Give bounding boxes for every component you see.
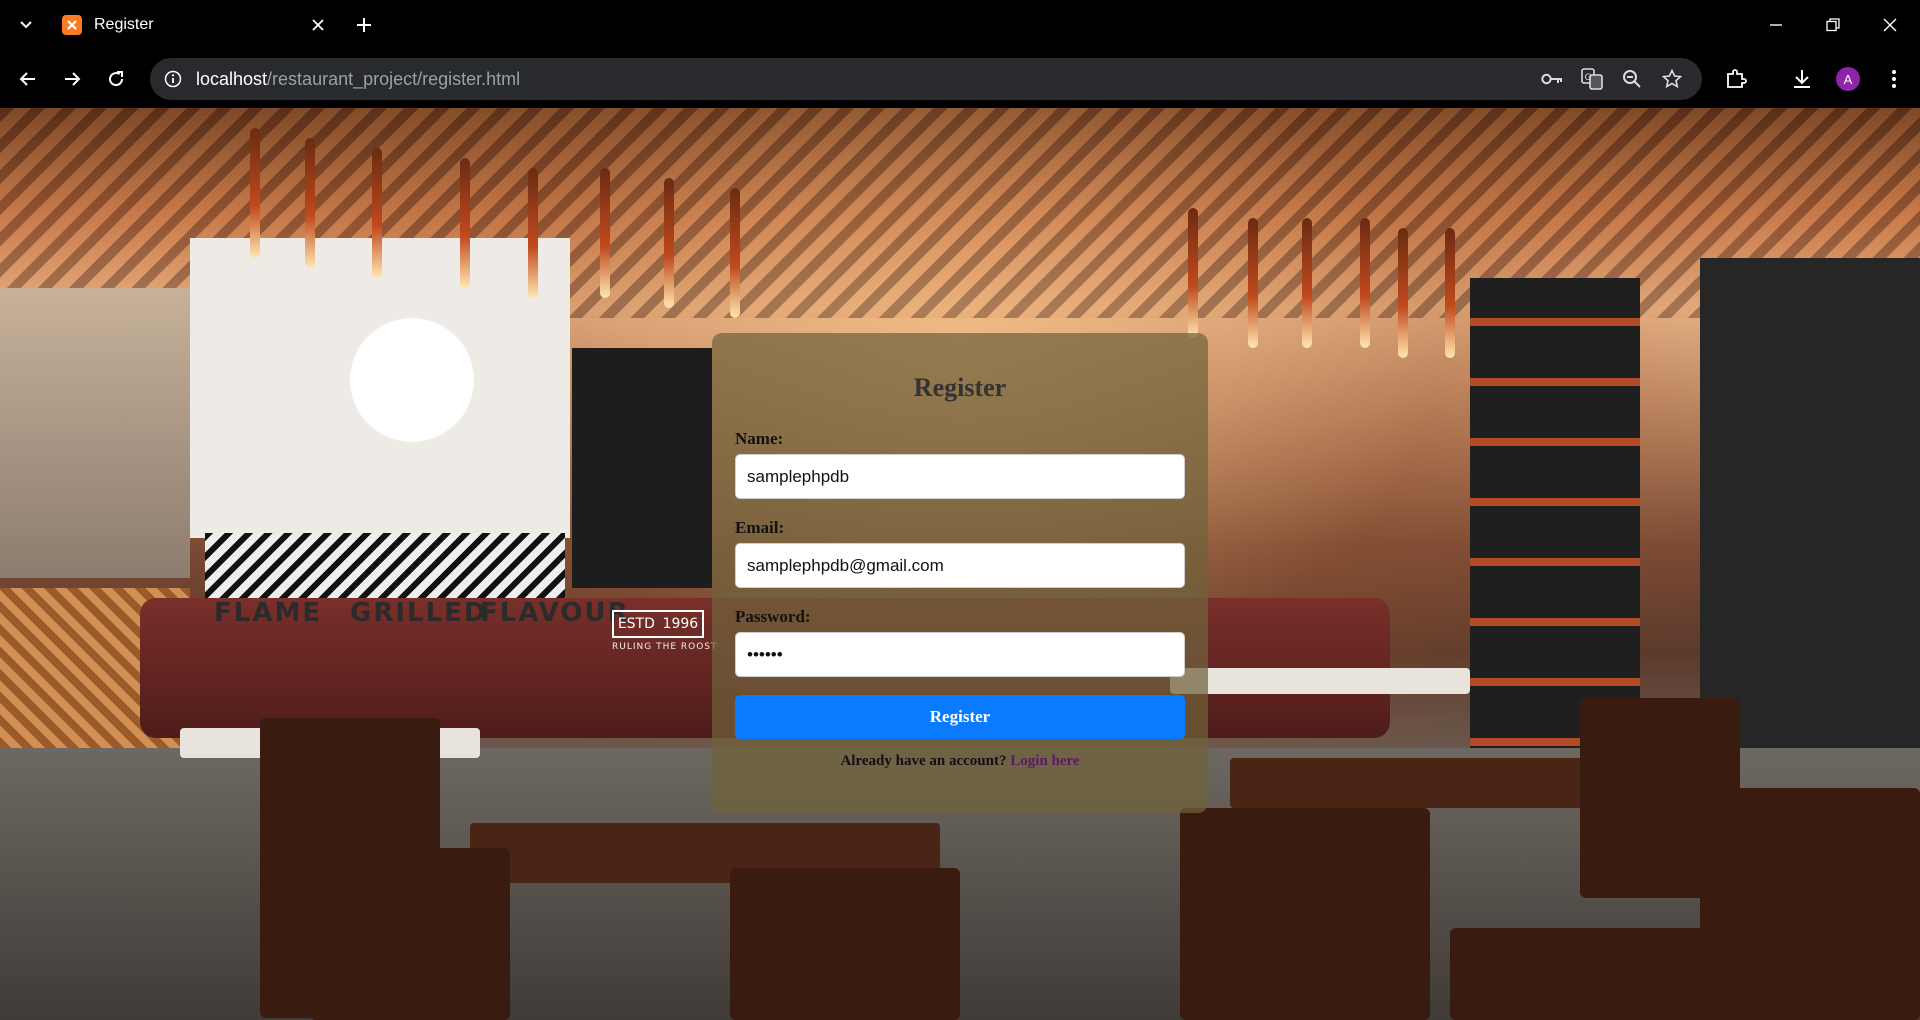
url-path: /restaurant_project/register.html <box>267 68 521 89</box>
tab-title: Register <box>94 16 154 33</box>
pendant-light <box>1302 218 1312 348</box>
pendant-light <box>600 168 610 298</box>
estd-badge: ESTD 1996 <box>612 610 704 638</box>
background-chair <box>1180 808 1430 1020</box>
background-table <box>1230 758 1610 808</box>
browser-tab-bar: Register <box>0 0 1920 50</box>
register-button[interactable]: Register <box>735 695 1185 739</box>
password-input[interactable]: •••••• <box>735 632 1185 677</box>
forward-arrow-icon[interactable] <box>58 65 86 93</box>
background-table <box>1170 668 1470 694</box>
pendant-light <box>305 138 315 268</box>
page-viewport: FLAME GRILLED FLAVOUR ESTD 1996 RULING T… <box>0 108 1920 1020</box>
login-prompt-text: Already have an account? <box>840 753 1007 769</box>
password-label: Password: <box>735 607 811 626</box>
pendant-light <box>1398 228 1408 358</box>
site-info-icon[interactable] <box>162 68 184 90</box>
close-window-icon[interactable] <box>1872 10 1908 40</box>
background-ceiling <box>0 108 1920 318</box>
pendant-light <box>250 128 260 258</box>
background-table <box>180 728 480 758</box>
background-chair <box>1700 788 1920 1020</box>
pendant-light <box>528 168 538 298</box>
new-tab-plus-icon[interactable] <box>352 13 376 37</box>
background-table <box>470 823 940 883</box>
xampp-favicon-icon <box>62 15 82 35</box>
pendant-light <box>372 148 382 278</box>
pendant-light <box>1445 228 1455 358</box>
background-zigzag-pattern <box>205 533 565 603</box>
background-chair <box>260 718 440 1018</box>
background-chair <box>1450 928 1740 1020</box>
background-brick-counter <box>0 588 190 748</box>
estd-year: 1996 <box>662 616 699 632</box>
pendant-light <box>460 158 470 288</box>
url-text[interactable]: localhost/restaurant_project/register.ht… <box>196 69 520 90</box>
pendant-light <box>1188 208 1198 338</box>
background-kitchen <box>0 288 190 578</box>
pendant-light <box>1360 218 1370 348</box>
background-chair <box>730 868 960 1020</box>
email-label: Email: <box>735 518 785 537</box>
address-bar[interactable]: localhost/restaurant_project/register.ht… <box>150 58 1702 100</box>
estd-label: ESTD <box>617 616 655 632</box>
tab-close-icon[interactable] <box>308 15 328 35</box>
register-form: Register Name: samplephpdb Email: sample… <box>712 333 1208 813</box>
form-title: Register <box>913 373 1007 402</box>
tab-search-chevron-icon[interactable] <box>14 13 38 37</box>
back-arrow-icon[interactable] <box>14 65 42 93</box>
url-host: localhost <box>196 68 268 89</box>
name-input[interactable]: samplephpdb <box>735 454 1185 499</box>
estd-motto: RULING THE ROOST <box>612 642 718 652</box>
brand-word-flavour: FLAVOUR <box>480 598 630 628</box>
download-icon[interactable] <box>1788 65 1816 93</box>
password-key-icon[interactable] <box>1540 67 1564 91</box>
zoom-icon[interactable] <box>1620 67 1644 91</box>
kebab-menu-icon[interactable] <box>1880 65 1908 93</box>
extensions-puzzle-icon[interactable] <box>1722 65 1750 93</box>
background-black-wall <box>572 348 712 588</box>
background-chair <box>310 848 510 1020</box>
profile-avatar[interactable]: A <box>1836 67 1860 91</box>
background-chair <box>1580 698 1740 898</box>
browser-toolbar: localhost/restaurant_project/register.ht… <box>0 50 1920 108</box>
background-right-wall <box>1700 258 1920 798</box>
minimize-window-icon[interactable] <box>1758 10 1794 40</box>
background-white-wall <box>190 238 570 538</box>
pendant-light <box>730 188 740 318</box>
pendant-light <box>1248 218 1258 348</box>
background-striped-pillar <box>1470 278 1640 758</box>
brand-word-grilled: GRILLED <box>350 598 488 628</box>
bookmark-star-icon[interactable] <box>1660 67 1684 91</box>
pendant-light <box>664 178 674 308</box>
brand-word-flame: FLAME <box>214 598 323 628</box>
restore-window-icon[interactable] <box>1815 10 1851 40</box>
browser-tab-register[interactable]: Register <box>50 6 340 44</box>
svg-text:G: G <box>1585 73 1592 83</box>
login-link[interactable]: Login here <box>1010 753 1079 769</box>
login-prompt: Already have an account? Login here <box>712 753 1208 770</box>
reload-icon[interactable] <box>102 65 130 93</box>
chicken-logo-icon <box>350 318 474 442</box>
name-label: Name: <box>735 429 784 448</box>
translate-icon[interactable]: G <box>1580 67 1604 91</box>
email-input[interactable]: samplephpdb@gmail.com <box>735 543 1185 588</box>
